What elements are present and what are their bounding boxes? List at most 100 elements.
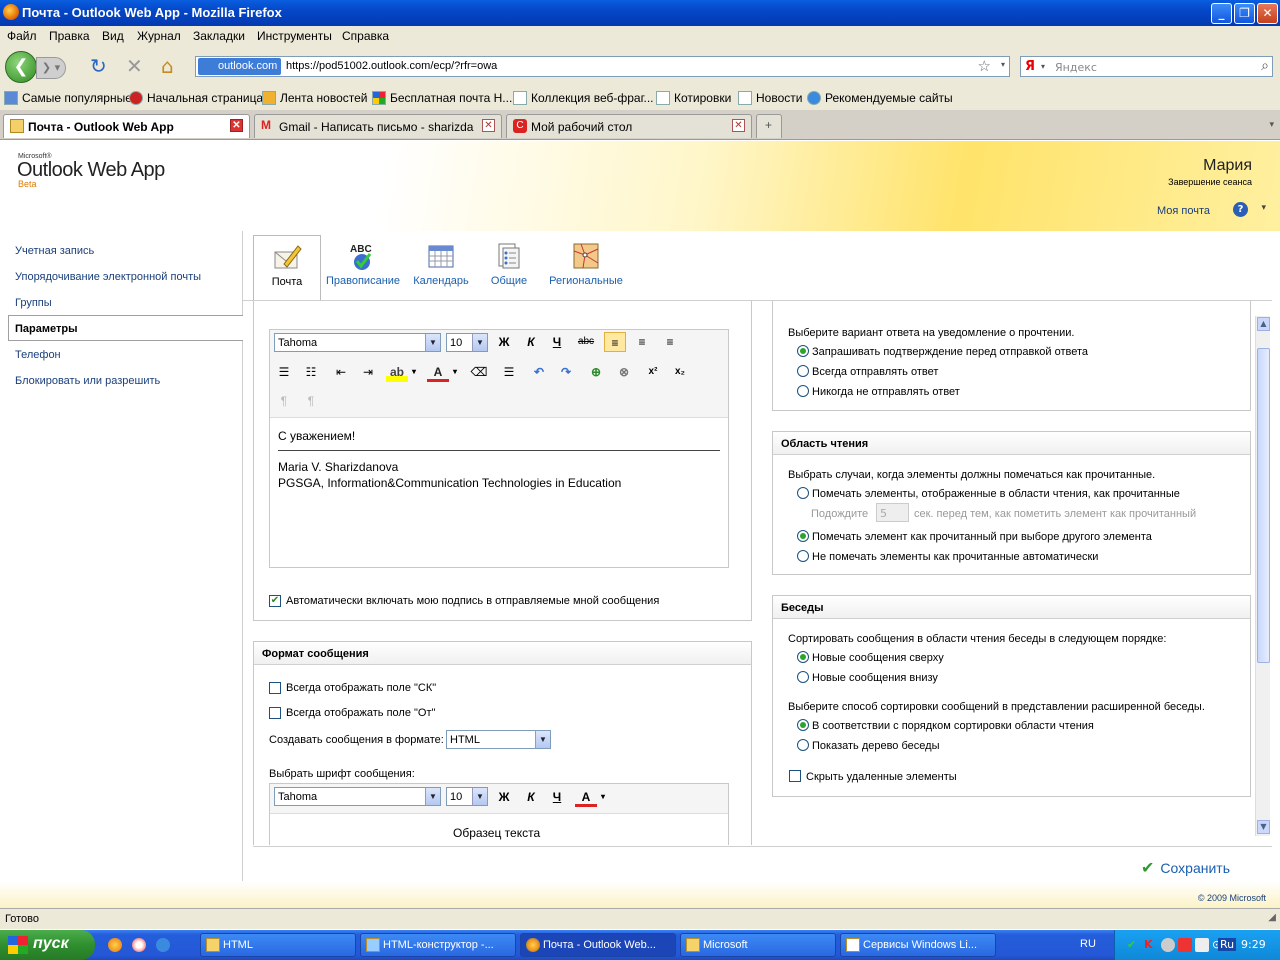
bookmark-item[interactable]: Новости — [738, 91, 802, 105]
auto-signature-checkbox[interactable]: ✔ — [269, 595, 281, 607]
strikethrough-button[interactable]: abc — [575, 332, 597, 352]
message-size-select[interactable]: 10 ▼ — [446, 787, 488, 806]
eraser-icon[interactable]: ⌫ — [468, 362, 490, 382]
my-mail-link[interactable]: Моя почта — [1157, 205, 1210, 217]
tab-gmail[interactable]: M Gmail - Написать письмо - sharizdanov.… — [254, 114, 502, 138]
italic-button[interactable]: К — [520, 332, 542, 352]
bookmark-star-icon[interactable]: ☆ — [978, 57, 991, 75]
bookmark-item[interactable]: Лента новостей — [262, 91, 368, 105]
site-identity-button[interactable]: outlook.com — [198, 58, 282, 75]
taskbar-item[interactable]: HTML — [200, 933, 356, 957]
bookmark-item[interactable]: Котировки — [656, 91, 731, 105]
bookmark-item[interactable]: Начальная страница — [129, 91, 263, 105]
sidebar-item-account[interactable]: Учетная запись — [15, 245, 94, 257]
chevron-down-icon[interactable]: ▾ — [444, 362, 466, 382]
menu-view[interactable]: Вид — [102, 29, 124, 43]
undo-icon[interactable]: ↶ — [528, 362, 550, 382]
bookmark-item[interactable]: Коллекция веб-фраг... — [513, 91, 654, 105]
tray-monitor-icon[interactable] — [1195, 938, 1209, 952]
antivirus-icon[interactable]: K — [1144, 938, 1158, 952]
search-icon[interactable]: ⌕ — [1261, 58, 1269, 74]
close-window-button[interactable]: ✕ — [1257, 3, 1278, 24]
no-auto-mark-radio[interactable] — [797, 550, 809, 562]
home-icon[interactable]: ⌂ — [161, 55, 174, 77]
horizontal-rule-icon[interactable]: ☰ — [498, 362, 520, 382]
chevron-down-icon[interactable]: ▾ — [592, 787, 614, 807]
numbered-list-icon[interactable]: ☷ — [300, 362, 322, 382]
mark-on-select-radio[interactable] — [797, 530, 809, 542]
align-center-icon[interactable]: ≡ — [631, 332, 653, 352]
new-tab-button[interactable]: + — [756, 114, 782, 138]
superscript-button[interactable]: x² — [642, 362, 664, 382]
content-scrollbar[interactable]: ▲ ▼ — [1255, 316, 1270, 836]
sidebar-item-block-allow[interactable]: Блокировать или разрешить — [15, 375, 160, 387]
message-font-select[interactable]: Tahoma ▼ — [274, 787, 441, 806]
stop-icon[interactable]: ✕ — [126, 55, 143, 77]
menu-help[interactable]: Справка — [342, 29, 389, 43]
menu-bookmarks[interactable]: Закладки — [193, 29, 245, 43]
tab-regional[interactable]: Региональные — [545, 235, 627, 301]
help-icon[interactable]: ? — [1233, 202, 1248, 217]
receipt-option-ask-radio[interactable] — [797, 345, 809, 357]
indent-icon[interactable]: ⇥ — [357, 362, 379, 382]
update-icon[interactable] — [1161, 938, 1175, 952]
chevron-down-icon[interactable]: ▾ — [403, 362, 425, 382]
scroll-down-icon[interactable]: ▼ — [1257, 820, 1270, 834]
sidebar-item-settings[interactable]: Параметры — [8, 315, 243, 341]
tab-desktop[interactable]: C Мой рабочий стол ✕ — [506, 114, 752, 138]
outdent-icon[interactable]: ⇤ — [330, 362, 352, 382]
maximize-button[interactable]: ❐ — [1234, 3, 1255, 24]
search-box[interactable]: Я ▾ Яндекс ⌕ — [1020, 56, 1273, 77]
bullet-list-icon[interactable]: ☰ — [273, 362, 295, 382]
resize-grip-icon[interactable]: ◢ — [1268, 912, 1276, 923]
opera-quicklaunch-icon[interactable] — [132, 938, 146, 952]
save-button[interactable]: ✔ Сохранить — [1141, 858, 1230, 878]
signature-line[interactable]: Maria V. Sharizdanova — [278, 460, 398, 474]
network-icon[interactable]: ✔ — [1127, 938, 1141, 952]
back-button[interactable]: ❮ — [5, 51, 37, 83]
receipt-option-always-radio[interactable] — [797, 365, 809, 377]
insert-link-icon[interactable]: ⊕ — [585, 362, 607, 382]
sidebar-item-groups[interactable]: Группы — [15, 297, 52, 309]
url-dropdown-icon[interactable]: ▾ — [1001, 60, 1005, 69]
yandex-icon[interactable]: Я — [1025, 59, 1035, 74]
follow-reading-sort-radio[interactable] — [797, 719, 809, 731]
remove-link-icon[interactable]: ⊗ — [613, 362, 635, 382]
ie-quicklaunch-icon[interactable] — [156, 938, 170, 952]
url-text[interactable]: https://pod51002.outlook.com/ecp/?rfr=ow… — [286, 60, 497, 72]
subscript-button[interactable]: x₂ — [669, 362, 691, 382]
copyright[interactable]: © 2009 Microsoft — [1198, 893, 1266, 903]
bookmark-item[interactable]: Рекомендуемые сайты — [807, 91, 953, 105]
signature-line[interactable]: С уважением! — [278, 429, 355, 443]
close-tab-icon[interactable]: ✕ — [732, 119, 745, 132]
menu-file[interactable]: Файл — [7, 29, 37, 43]
italic-button[interactable]: К — [520, 787, 542, 807]
minimize-button[interactable]: _ — [1211, 3, 1232, 24]
font-select[interactable]: Tahoma ▼ — [274, 333, 441, 352]
tab-spelling[interactable]: ABC Правописание — [326, 235, 400, 301]
mark-on-view-radio[interactable] — [797, 487, 809, 499]
tab-list-icon[interactable]: ▾ — [1269, 119, 1274, 130]
bold-button[interactable]: Ж — [493, 787, 515, 807]
show-cc-checkbox[interactable] — [269, 682, 281, 694]
font-size-select[interactable]: 10 ▼ — [446, 333, 488, 352]
close-tab-icon[interactable]: ✕ — [482, 119, 495, 132]
bold-button[interactable]: Ж — [493, 332, 515, 352]
tab-mail[interactable]: Почта — [253, 235, 321, 301]
signature-line[interactable]: PGSGA, Information&Communication Technol… — [278, 476, 621, 490]
reload-icon[interactable]: ↻ — [90, 55, 107, 77]
start-button[interactable]: пуск — [0, 930, 95, 960]
search-input[interactable]: Яндекс — [1055, 61, 1097, 74]
forward-button[interactable]: ❯ ▾ — [36, 57, 66, 79]
clock[interactable]: 9:29 — [1241, 938, 1266, 951]
hide-deleted-checkbox[interactable] — [789, 770, 801, 782]
help-dropdown-icon[interactable]: ▾ — [1261, 203, 1266, 213]
taskbar-item[interactable]: Microsoft — [680, 933, 836, 957]
scroll-thumb[interactable] — [1257, 348, 1270, 663]
taskbar-item[interactable]: HTML-конструктор -... — [360, 933, 516, 957]
show-tree-radio[interactable] — [797, 739, 809, 751]
bookmark-item[interactable]: Бесплатная почта H... — [372, 91, 512, 105]
align-right-icon[interactable]: ≡ — [659, 332, 681, 352]
underline-button[interactable]: Ч — [546, 787, 568, 807]
tray-app-icon[interactable] — [1178, 938, 1192, 952]
